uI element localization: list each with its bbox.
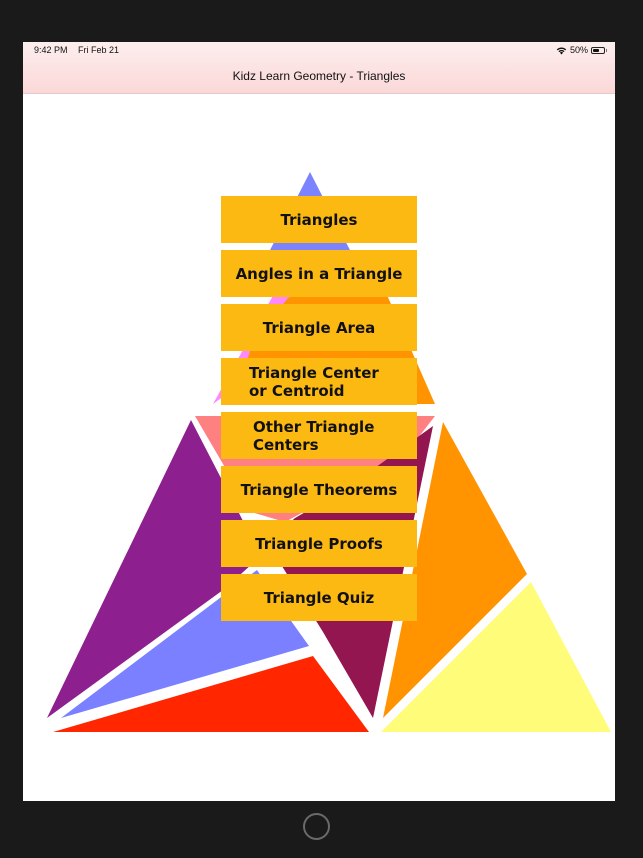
status-date: Fri Feb 21 xyxy=(78,45,120,55)
menu-button-proofs[interactable]: Triangle Proofs xyxy=(221,520,417,567)
wifi-icon xyxy=(556,46,567,55)
page-title: Kidz Learn Geometry - Triangles xyxy=(232,69,406,83)
menu-button-angles[interactable]: Angles in a Triangle xyxy=(221,250,417,297)
battery-percent: 50% xyxy=(569,45,588,55)
menu-button-other-centers[interactable]: Other Triangle Centers xyxy=(221,412,417,459)
navigation-bar: 9:42 PM Fri Feb 21 50% Kidz Learn Geomet… xyxy=(23,42,615,94)
menu-button-area[interactable]: Triangle Area xyxy=(221,304,417,351)
menu-button-triangles[interactable]: Triangles xyxy=(221,196,417,243)
status-time: 9:42 PM xyxy=(34,45,68,55)
menu-button-theorems[interactable]: Triangle Theorems xyxy=(221,466,417,513)
status-bar-left: 9:42 PM Fri Feb 21 xyxy=(34,45,127,55)
status-bar-right: 50% xyxy=(556,45,607,55)
menu-button-quiz[interactable]: Triangle Quiz xyxy=(221,574,417,621)
menu-button-centroid[interactable]: Triangle Center or Centroid xyxy=(221,358,417,405)
home-button[interactable] xyxy=(303,813,330,840)
battery-icon xyxy=(591,46,607,54)
app-screen: 9:42 PM Fri Feb 21 50% Kidz Learn Geomet… xyxy=(23,42,615,801)
